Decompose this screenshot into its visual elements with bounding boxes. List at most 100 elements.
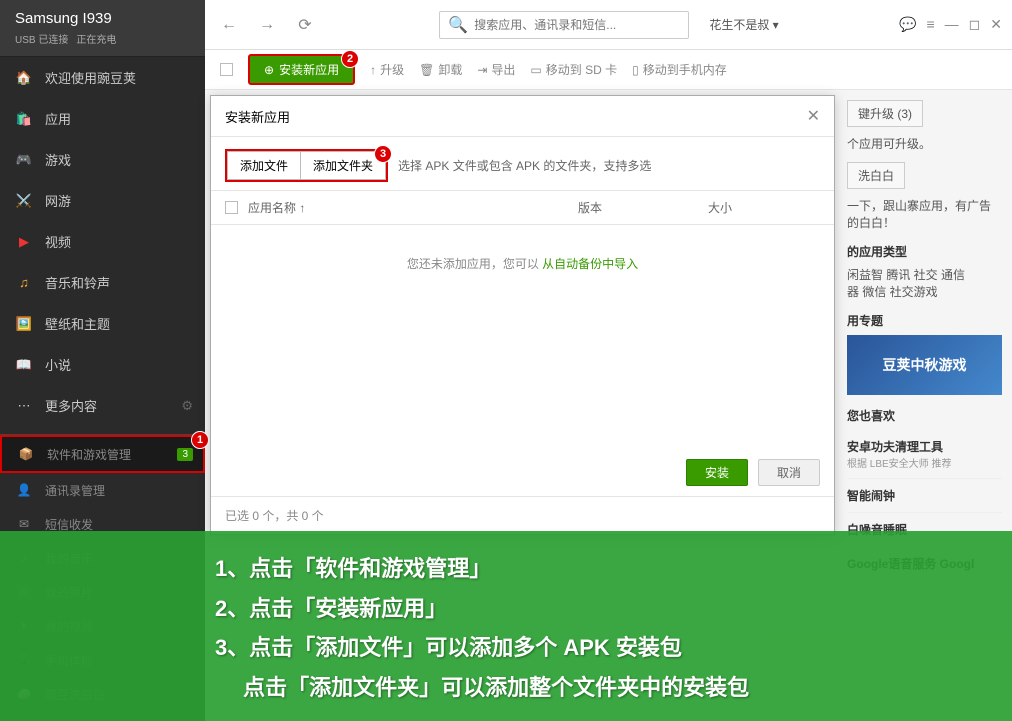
gear-icon[interactable]: ⚙ [181,398,193,414]
nav-label: 短信收发 [45,516,93,533]
install-dialog: 安装新应用 ✕ 添加文件 添加文件夹 3 选择 APK 文件或包含 APK 的文… [210,95,835,535]
nav-wallpaper[interactable]: 🖼️ 壁纸和主题 [0,303,205,344]
toolbar: ⊕ 安装新应用 2 ↑ 升级 🗑 卸载 ⇥ 导出 ▭ 移动到 SD 卡 ▯ 移动… [205,50,1012,90]
move-sd-button[interactable]: ▭ 移动到 SD 卡 [530,61,617,78]
nav-label: 网游 [45,191,71,210]
like-title: 您也喜欢 [847,407,1002,424]
app-types-line[interactable]: 器 微信 社交游戏 [847,283,1002,300]
promo-banner[interactable]: 豆荚中秋游戏 [847,335,1002,395]
instruction-line: 点击「添加文件夹」可以添加整个文件夹中的安装包 [215,668,1012,708]
col-version[interactable]: 版本 [578,199,698,216]
usb-status: USB 已连接 [15,31,68,46]
recommendation-item[interactable]: 智能闹钟 [847,479,1002,513]
nav-label: 软件和游戏管理 [47,446,131,463]
novel-icon: 📖 [15,356,33,374]
rec-title: 安卓功夫清理工具 [847,438,1002,455]
minimize-button[interactable]: — [945,16,959,33]
user-menu[interactable]: 花生不是叔 ▾ [709,16,778,33]
maximize-button[interactable]: ◻ [969,16,981,33]
badge: 3 [177,448,193,461]
nav-label: 视频 [45,232,71,251]
phone-icon: ▯ [632,63,639,77]
nav-label: 更多内容 [45,396,97,415]
device-name: Samsung I939 [15,10,190,27]
instruction-line: 1、点击「软件和游戏管理」 [215,549,1012,589]
add-file-button[interactable]: 添加文件 [227,151,300,180]
one-click-upgrade-button[interactable]: 键升级 (3) [847,100,923,127]
select-all-checkbox[interactable] [220,63,233,76]
app-types-title: 的应用类型 [847,243,1002,260]
device-status: USB 已连接 正在充电 [15,31,190,46]
package-icon: 📦 [17,445,35,463]
recommendation-item[interactable]: 安卓功夫清理工具 根据 LBE安全大师 推荐 [847,430,1002,479]
nav-label: 小说 [45,355,71,374]
dialog-toolbar: 添加文件 添加文件夹 3 选择 APK 文件或包含 APK 的文件夹，支持多选 [211,137,834,190]
music-icon: ♫ [15,274,33,292]
cancel-button[interactable]: 取消 [758,459,820,486]
contacts-icon: 👤 [15,481,33,499]
charge-status: 正在充电 [76,31,116,46]
col-name[interactable]: 应用名称 ↑ [248,199,568,216]
instruction-overlay: 1、点击「软件和游戏管理」 2、点击「安装新应用」 3、点击「添加文件」可以添加… [0,531,1012,721]
nav-novel[interactable]: 📖 小说 [0,344,205,385]
selection-count: 已选 0 个，共 0 个 [225,509,324,523]
upgrade-button[interactable]: ↑ 升级 [370,61,404,78]
move-phone-button[interactable]: ▯ 移动到手机内存 [632,61,727,78]
trash-icon: 🗑 [419,63,434,77]
dialog-close-button[interactable]: ✕ [807,106,820,126]
app-types-line[interactable]: 闲益智 腾讯 社交 通信 [847,266,1002,283]
export-icon: ⇥ [477,63,487,77]
nav-label: 通讯录管理 [45,482,105,499]
settings-icon[interactable]: ≡ [926,16,934,33]
search-icon: 🔍 [448,15,468,35]
plus-icon: ⊕ [264,63,274,77]
step-badge-3: 3 [374,145,392,163]
close-button[interactable]: ✕ [990,16,1002,33]
nav-video[interactable]: ▶ 视频 [0,221,205,262]
nav-label: 应用 [45,109,71,128]
nav-label: 游戏 [45,150,71,169]
install-button[interactable]: 安装 [686,459,748,486]
step-badge-2: 2 [341,50,359,68]
instruction-line: 2、点击「安装新应用」 [215,589,1012,629]
file-button-group: 添加文件 添加文件夹 3 [225,149,388,182]
dialog-actions: 安装 取消 [686,459,820,486]
device-header[interactable]: Samsung I939 USB 已连接 正在充电 [0,0,205,57]
nav-welcome[interactable]: 🏠 欢迎使用豌豆荚 [0,57,205,98]
nav-music[interactable]: ♫ 音乐和铃声 [0,262,205,303]
select-all-checkbox[interactable] [225,201,238,214]
import-backup-link[interactable]: 从自动备份中导入 [542,257,638,271]
topic-title: 用专题 [847,312,1002,329]
nav-games[interactable]: 🎮 游戏 [0,139,205,180]
video-icon: ▶ [15,233,33,251]
empty-message: 您还未添加应用，您可以 从自动备份中导入 [211,225,834,302]
nav-more[interactable]: ⋯ 更多内容 ⚙ [0,385,205,426]
refresh-button[interactable]: ⟳ [291,11,319,39]
upgrade-hint: 个应用可升级。 [847,135,1002,152]
wash-button[interactable]: 洗白白 [847,162,905,189]
install-new-app-button[interactable]: ⊕ 安装新应用 2 [248,54,355,85]
nav-online-games[interactable]: ⚔️ 网游 [0,180,205,221]
dialog-header: 安装新应用 ✕ [211,96,834,137]
export-button[interactable]: ⇥ 导出 [477,61,515,78]
nav-app-management[interactable]: 📦 软件和游戏管理 3 1 [0,435,205,473]
wallpaper-icon: 🖼️ [15,315,33,333]
wash-hint: 一下，跟山寨应用，有广告的白白！ [847,197,1002,231]
home-icon: 🏠 [15,69,33,87]
nav-apps[interactable]: 🛍️ 应用 [0,98,205,139]
table-header: 应用名称 ↑ 版本 大小 [211,190,834,225]
search-input[interactable] [474,18,680,32]
nav-label: 壁纸和主题 [45,314,110,333]
step-badge-1: 1 [191,431,209,449]
forward-button[interactable]: → [253,11,281,39]
games-icon: 🎮 [15,151,33,169]
comment-icon[interactable]: 💬 [899,16,916,33]
nav-contacts[interactable]: 👤 通讯录管理 [0,473,205,507]
search-box[interactable]: 🔍 [439,11,689,39]
col-size[interactable]: 大小 [708,199,788,216]
back-button[interactable]: ← [215,11,243,39]
dialog-title: 安装新应用 [225,107,290,126]
uninstall-button[interactable]: 🗑 卸载 [419,61,462,78]
more-icon: ⋯ [15,397,33,415]
rec-title: 智能闹钟 [847,487,1002,504]
